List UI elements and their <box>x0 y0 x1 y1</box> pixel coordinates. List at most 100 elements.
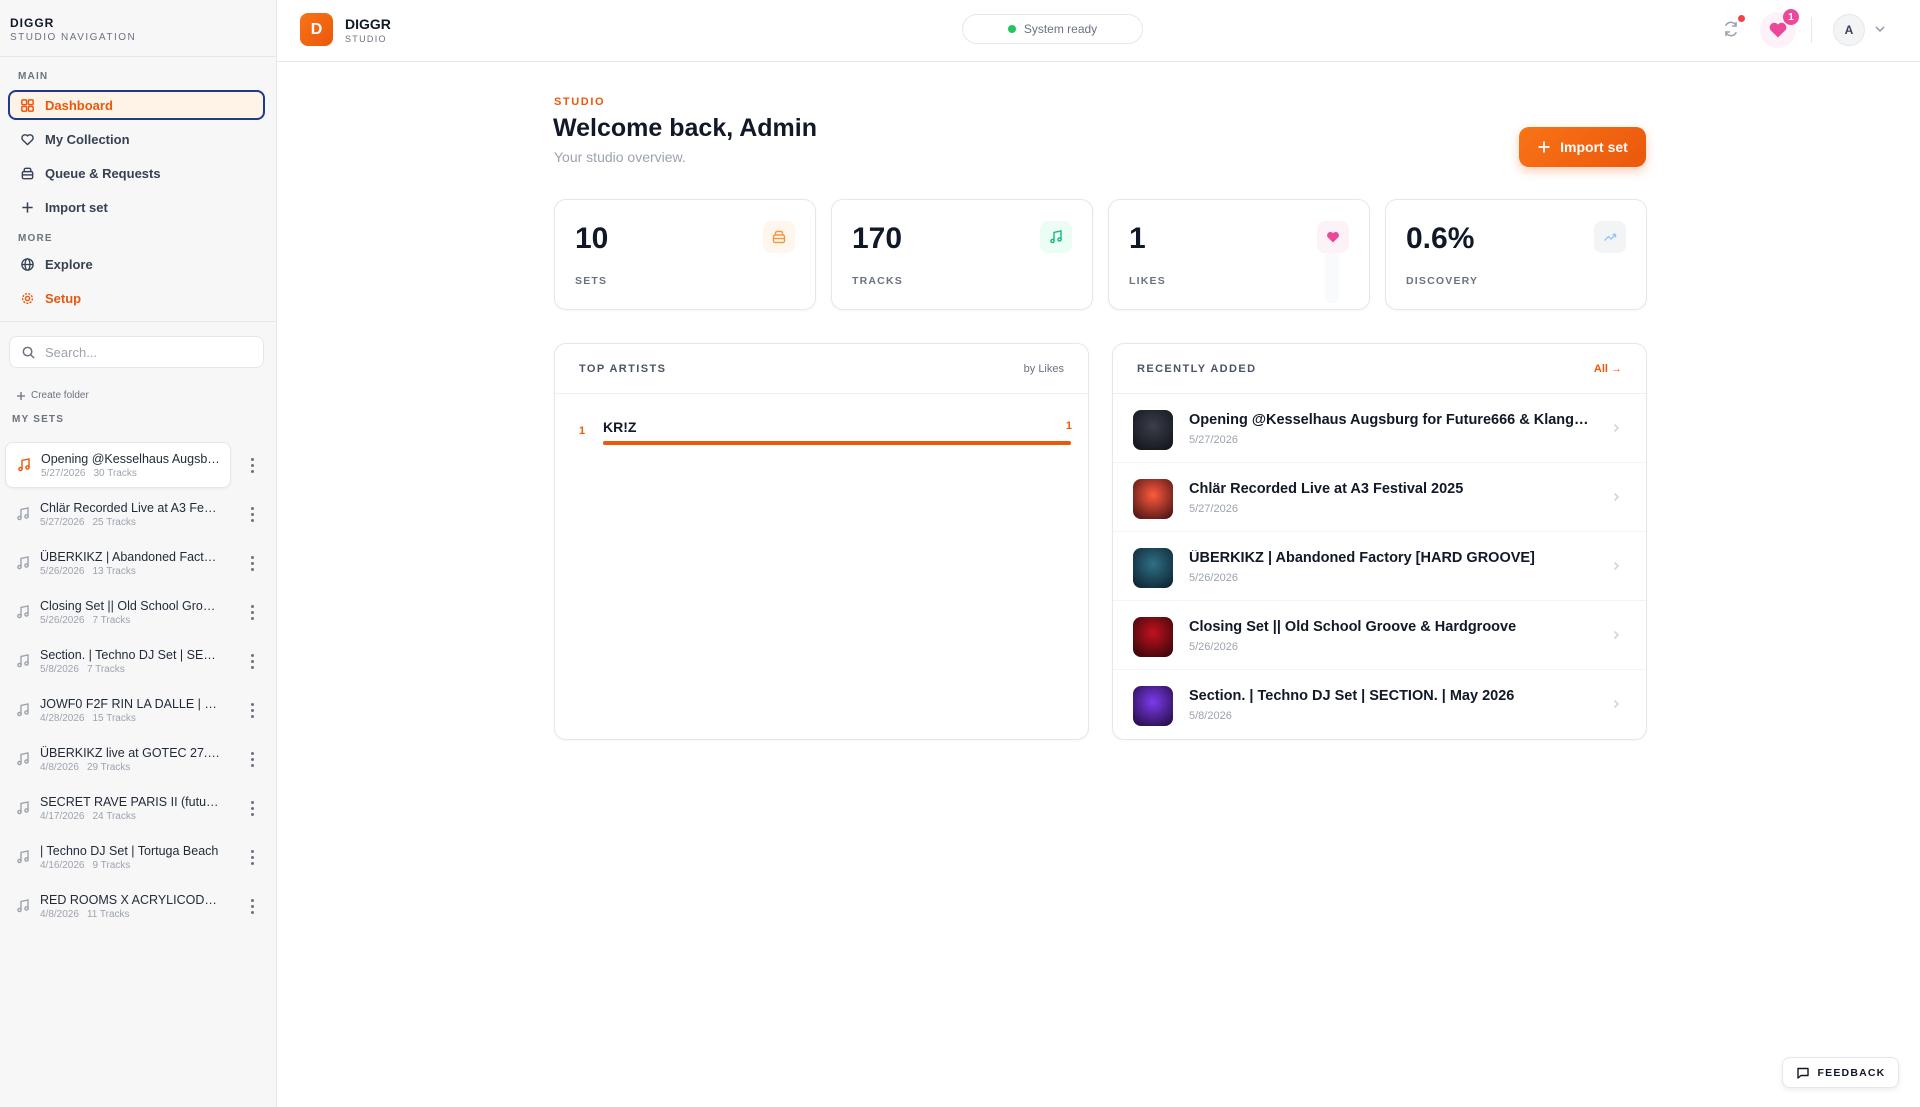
recent-set-row[interactable]: Chlär Recorded Live at A3 Festival 2025 5… <box>1113 463 1646 532</box>
stat-card-likes: 1 LIKES <box>1108 199 1370 310</box>
chevron-right-icon <box>1613 630 1620 640</box>
recent-set-row[interactable]: Section. | Techno DJ Set | SECTION. | Ma… <box>1113 670 1646 739</box>
music-note-icon <box>17 703 29 717</box>
set-track-count: 15 Tracks <box>92 712 136 724</box>
set-list-item[interactable]: | Techno DJ Set | Tortuga Beach 4/16/2026… <box>5 834 231 880</box>
feedback-label: FEEDBACK <box>1817 1066 1886 1079</box>
set-text: SECRET RAVE PARIS II (future sound)4/17/… <box>40 795 220 822</box>
sidebar-item-queue[interactable]: Queue & Requests <box>8 158 265 188</box>
set-meta: 5/26/2026 13 Tracks <box>40 566 220 577</box>
music-note-icon <box>17 556 29 570</box>
set-date: 5/26/2026 <box>40 614 85 626</box>
create-folder-button[interactable]: Create folder <box>16 390 89 401</box>
heart-icon <box>1769 22 1787 38</box>
stat-label: TRACKS <box>852 275 903 287</box>
chat-icon <box>1796 1067 1809 1079</box>
set-text: | Techno DJ Set | Tortuga Beach 4/16/2026… <box>40 844 220 871</box>
more-options-icon[interactable] <box>244 651 260 671</box>
set-list-item[interactable]: Closing Set || Old School Groove & Hardg… <box>5 589 231 635</box>
search-input[interactable] <box>45 344 245 360</box>
sidebar-item-dashboard[interactable]: Dashboard <box>8 90 265 120</box>
set-date: 5/27/2026 <box>40 516 85 528</box>
sort-label: by Likes <box>1023 363 1064 375</box>
import-set-button[interactable]: Import set <box>1519 127 1646 167</box>
app-logo[interactable]: D <box>300 13 333 46</box>
set-title: JOWF0 F2F RIN LA DALLE | FULL SET <box>40 696 220 711</box>
stat-value: 1 <box>1129 222 1146 255</box>
set-thumbnail <box>1133 686 1173 726</box>
set-track-count: 7 Tracks <box>86 663 125 675</box>
set-list-item[interactable]: ÜBERKIKZ | Abandoned Factory [HARD GROOV… <box>5 540 231 586</box>
notification-dot <box>1738 15 1745 22</box>
import-set-label: Import set <box>1560 139 1628 155</box>
more-options-icon[interactable] <box>244 504 260 524</box>
set-text: Closing Set || Old School Groove & Hardg… <box>40 599 220 626</box>
plus-icon <box>22 201 33 213</box>
sidebar-item-label: Dashboard <box>45 97 113 113</box>
sidebar-item-collection[interactable]: My Collection <box>8 124 265 154</box>
set-date: 4/8/2026 <box>40 908 79 920</box>
more-options-icon[interactable] <box>244 700 260 720</box>
trending-up-icon <box>1594 221 1626 253</box>
more-options-icon[interactable] <box>244 553 260 573</box>
set-text: ÜBERKIKZ | Abandoned Factory [HARD GROOV… <box>40 550 220 577</box>
section-label-main: MAIN <box>18 71 49 82</box>
sidebar-item-label: Import set <box>45 199 108 215</box>
stat-label: DISCOVERY <box>1406 275 1479 287</box>
set-text: RED ROOMS X ACRYLICODE | LIVE4/8/2026 11 … <box>40 893 220 920</box>
set-text: JOWF0 F2F RIN LA DALLE | FULL SET4/28/20… <box>40 697 220 724</box>
set-list-item[interactable]: ÜBERKIKZ live at GOTEC 27.03.20264/8/202… <box>5 736 231 782</box>
set-list-item[interactable]: Section. | Techno DJ Set | SECTION. | Ma… <box>5 638 231 684</box>
view-all-link[interactable]: All → <box>1594 363 1622 375</box>
search-box[interactable] <box>9 336 264 368</box>
chevron-down-icon[interactable] <box>1873 22 1887 36</box>
more-options-icon[interactable] <box>244 749 260 769</box>
chevron-right-icon <box>1613 492 1620 502</box>
more-options-icon[interactable] <box>244 798 260 818</box>
recent-set-row[interactable]: Closing Set || Old School Groove & Hardg… <box>1113 601 1646 670</box>
set-track-count: 7 Tracks <box>92 614 131 626</box>
set-list-item[interactable]: SECRET RAVE PARIS II (future sound)4/17/… <box>5 785 231 831</box>
more-options-icon[interactable] <box>244 602 260 622</box>
gear-icon <box>21 292 34 304</box>
search-icon <box>22 346 35 359</box>
sidebar-item-explore[interactable]: Explore <box>8 249 265 279</box>
panel-title: TOP ARTISTS <box>579 363 667 375</box>
set-date: 4/28/2026 <box>40 712 85 724</box>
panel-header: RECENTLY ADDED All → <box>1113 344 1646 394</box>
recent-set-date: 5/26/2026 <box>1189 572 1238 584</box>
recent-set-row[interactable]: Opening @Kesselhaus Augsburg for Future6… <box>1113 394 1646 463</box>
set-title: RED ROOMS X ACRYLICODE | LIVE <box>40 892 220 907</box>
music-note-icon <box>17 801 29 815</box>
page-eyebrow: STUDIO <box>554 96 606 108</box>
set-list-item[interactable]: Opening @Kesselhaus Augsburg for Future6… <box>5 442 231 488</box>
set-list-item[interactable]: RED ROOMS X ACRYLICODE | LIVE4/8/2026 11 … <box>5 883 231 929</box>
feedback-button[interactable]: FEEDBACK <box>1782 1057 1899 1088</box>
avatar[interactable]: A <box>1833 14 1865 46</box>
music-note-icon <box>18 458 30 472</box>
set-date: 5/27/2026 <box>41 467 86 479</box>
chevron-right-icon <box>1613 423 1620 433</box>
more-options-icon[interactable] <box>244 847 260 867</box>
set-title: ÜBERKIKZ live at GOTEC 27.03.2026 <box>40 745 220 760</box>
heart-icon <box>1317 221 1349 253</box>
music-note-icon <box>17 899 29 913</box>
more-options-icon[interactable] <box>244 896 260 916</box>
sidebar-item-import[interactable]: Import set <box>8 192 265 222</box>
stat-label: SETS <box>575 275 608 287</box>
more-options-icon[interactable] <box>244 455 260 475</box>
stat-card-tracks: 170 TRACKS <box>831 199 1093 310</box>
top-bar: D DIGGR STUDIO System ready 1 A <box>277 0 1920 62</box>
panel-header: TOP ARTISTS by Likes <box>555 344 1088 394</box>
system-status-label: System ready <box>1023 22 1098 36</box>
box-icon <box>763 221 795 253</box>
sidebar-item-setup[interactable]: Setup <box>8 283 265 313</box>
section-label-more: MORE <box>18 233 53 244</box>
music-note-icon <box>17 752 29 766</box>
recent-set-row[interactable]: ÜBERKIKZ | Abandoned Factory [HARD GROOV… <box>1113 532 1646 601</box>
set-date: 4/8/2026 <box>40 761 79 773</box>
artist-share-bar <box>603 441 1071 445</box>
set-meta: 4/28/2026 15 Tracks <box>40 713 220 724</box>
set-list-item[interactable]: JOWF0 F2F RIN LA DALLE | FULL SET4/28/20… <box>5 687 231 733</box>
set-list-item[interactable]: Chlär Recorded Live at A3 Festival 20255… <box>5 491 231 537</box>
